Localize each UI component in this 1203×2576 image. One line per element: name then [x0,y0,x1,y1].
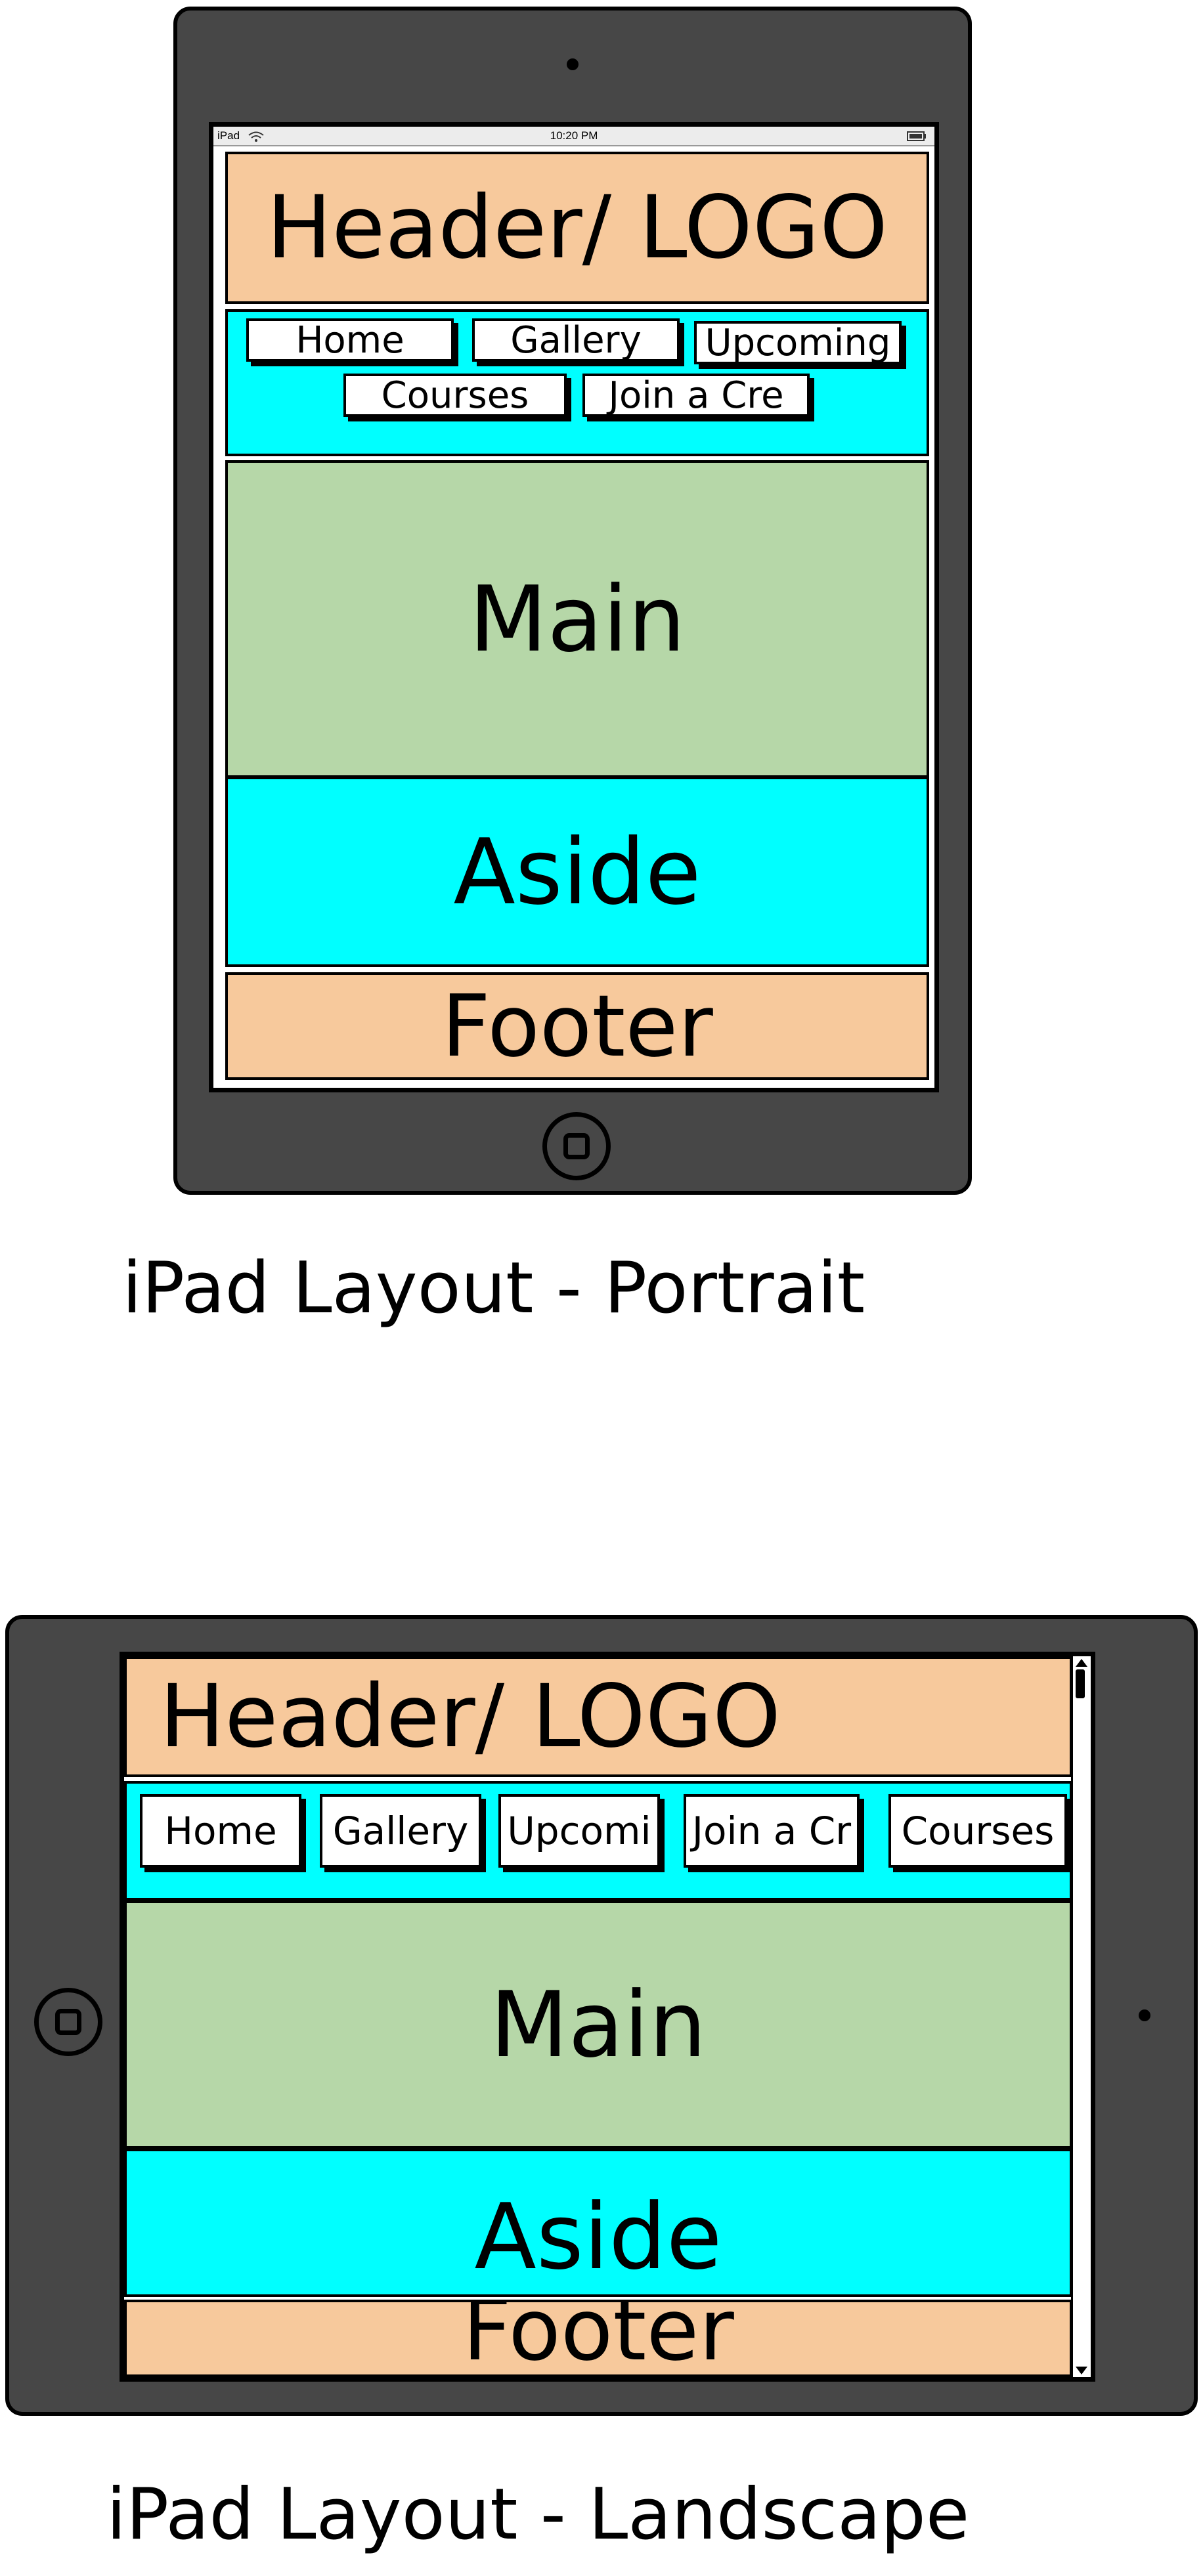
nav-home-button[interactable]: Home [140,1794,301,1868]
nav-upcoming-label: Upcomi [507,1809,651,1853]
nav-courses-button[interactable]: Courses [343,374,567,417]
ipad-portrait-device: iPad 10:20 PM Header/ LOGO Home Gallery [173,7,972,1195]
main-label: Main [469,566,686,672]
nav-join-label: Join a Cre [608,374,784,417]
footer-label: Footer [462,2300,734,2377]
nav-home-button[interactable]: Home [246,318,454,362]
status-bar: iPad 10:20 PM [213,127,934,146]
header-block: Header/ LOGO [225,152,929,304]
main-label: Main [490,1971,707,2078]
aside-label: Aside [453,819,701,925]
nav-join-button[interactable]: Join a Cr [684,1794,860,1868]
main-block: Main [124,1900,1072,2149]
nav-gallery-button[interactable]: Gallery [320,1794,481,1868]
footer-block: Footer [225,972,929,1080]
aside-label: Aside [474,2184,722,2290]
nav-gallery-button[interactable]: Gallery [472,318,680,362]
nav-upcoming-label: Upcoming [705,321,891,364]
aside-block: Aside [225,777,929,967]
ipad-portrait-screen: iPad 10:20 PM Header/ LOGO Home Gallery [209,122,939,1092]
nav-join-button[interactable]: Join a Cre [582,374,810,417]
ipad-landscape-device: Header/ LOGO Home Gallery Upcomi Join a … [5,1615,1198,2416]
footer-label: Footer [441,976,713,1076]
nav-courses-button[interactable]: Courses [888,1794,1067,1868]
ipad-landscape-screen: Header/ LOGO Home Gallery Upcomi Join a … [120,1652,1095,2382]
header-block: Header/ LOGO [124,1656,1072,1777]
nav-block: Home Gallery Upcomi Join a Cr Courses [124,1781,1072,1900]
camera-icon [1139,2009,1150,2021]
nav-gallery-label: Gallery [510,318,642,362]
landscape-caption: iPad Layout - Landscape [106,2474,970,2556]
nav-gallery-label: Gallery [332,1809,469,1853]
main-block: Main [225,460,929,778]
camera-icon [567,58,579,70]
scroll-arrow-down-icon[interactable] [1074,2365,1089,2376]
portrait-caption: iPad Layout - Portrait [122,1247,865,1329]
battery-icon [907,131,926,141]
nav-join-label: Join a Cr [691,1809,852,1853]
nav-home-label: Home [295,318,405,362]
aside-block: Aside [124,2149,1072,2297]
nav-home-label: Home [164,1809,277,1853]
home-button-icon [34,1988,102,2056]
scroll-arrow-up-icon[interactable] [1074,1658,1089,1668]
status-time: 10:20 PM [550,129,598,142]
home-button-icon [542,1112,611,1180]
footer-block: Footer [124,2300,1072,2377]
nav-upcoming-button[interactable]: Upcoming [694,321,902,364]
nav-courses-label: Courses [381,374,529,417]
nav-courses-label: Courses [901,1809,1055,1853]
header-label: Header/ LOGO [267,177,888,278]
vertical-scrollbar[interactable] [1071,1656,1091,2377]
scrollbar-thumb[interactable] [1076,1669,1085,1698]
nav-upcoming-button[interactable]: Upcomi [498,1794,660,1868]
header-label: Header/ LOGO [160,1666,781,1767]
nav-block: Home Gallery Upcoming Courses Join a Cre [225,309,929,456]
